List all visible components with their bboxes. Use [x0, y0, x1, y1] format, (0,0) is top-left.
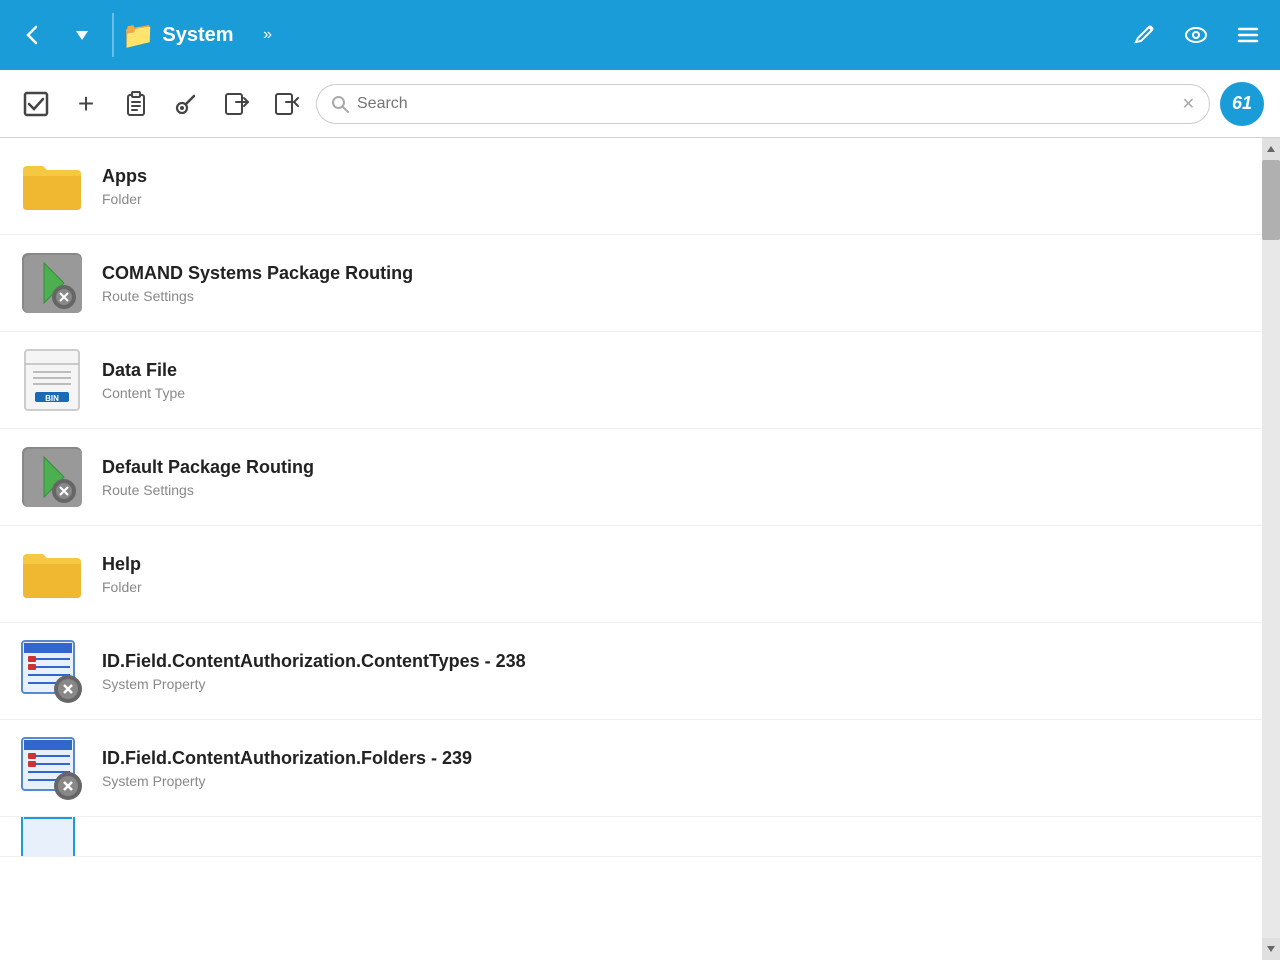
item-icon-folder2: [20, 542, 84, 606]
item-count-badge: 61: [1220, 82, 1264, 126]
search-clear-button[interactable]: ✕: [1182, 94, 1195, 114]
item-name: Help: [102, 554, 1242, 575]
item-text: Apps Folder: [102, 166, 1242, 207]
list-item[interactable]: ID.Field.ContentAuthorization.ContentTyp…: [0, 623, 1262, 720]
list-item[interactable]: ID.Field.ContentAuthorization.Folders - …: [0, 720, 1262, 817]
item-text: Data File Content Type: [102, 360, 1242, 401]
breadcrumb-more-button[interactable]: »: [246, 13, 290, 57]
item-list: Apps Folder COMAND Systems Package Routi…: [0, 138, 1262, 960]
content-area: Apps Folder COMAND Systems Package Routi…: [0, 138, 1280, 960]
item-name: ID.Field.ContentAuthorization.ContentTyp…: [102, 651, 1242, 672]
clipboard-button[interactable]: [116, 84, 156, 124]
list-item[interactable]: COMAND Systems Package Routing Route Set…: [0, 235, 1262, 332]
item-type: Content Type: [102, 385, 1242, 401]
item-name: COMAND Systems Package Routing: [102, 263, 1242, 284]
list-item[interactable]: BIN Data File Content Type: [0, 332, 1262, 429]
tool-button[interactable]: [166, 84, 206, 124]
view-button[interactable]: [1174, 13, 1218, 57]
search-input[interactable]: [357, 95, 1174, 113]
item-text: ID.Field.ContentAuthorization.ContentTyp…: [102, 651, 1242, 692]
item-type: System Property: [102, 676, 1242, 692]
header-title-text: System: [162, 24, 233, 47]
edit-button[interactable]: [1122, 13, 1166, 57]
header-title-area: 📁 System »: [122, 13, 1116, 57]
item-icon-route: [20, 251, 84, 315]
search-icon: [331, 95, 349, 113]
item-name: ID.Field.ContentAuthorization.Folders - …: [102, 748, 1242, 769]
dropdown-button[interactable]: [60, 13, 104, 57]
item-icon-route2: [20, 445, 84, 509]
menu-button[interactable]: [1226, 13, 1270, 57]
item-type: Route Settings: [102, 288, 1242, 304]
item-icon-folder: [20, 154, 84, 218]
header-bar: 📁 System »: [0, 0, 1280, 70]
item-type: System Property: [102, 773, 1242, 789]
toolbar: +: [0, 70, 1280, 138]
import-button[interactable]: [216, 84, 256, 124]
export-button[interactable]: [266, 84, 306, 124]
list-item[interactable]: [0, 817, 1262, 857]
item-icon-sysprop2: [20, 736, 84, 800]
item-icon-bin: BIN: [20, 348, 84, 412]
item-name: Apps: [102, 166, 1242, 187]
item-name: Default Package Routing: [102, 457, 1242, 478]
item-type: Folder: [102, 191, 1242, 207]
scrollbar-down-button[interactable]: [1262, 938, 1280, 960]
item-text: Help Folder: [102, 554, 1242, 595]
svg-text:BIN: BIN: [45, 394, 59, 403]
item-text: COMAND Systems Package Routing Route Set…: [102, 263, 1242, 304]
scrollbar-track: [1262, 138, 1280, 960]
list-item[interactable]: Apps Folder: [0, 138, 1262, 235]
search-wrapper: ✕: [316, 84, 1210, 124]
check-button[interactable]: [16, 84, 56, 124]
item-text: ID.Field.ContentAuthorization.Folders - …: [102, 748, 1242, 789]
header-divider: [112, 13, 114, 57]
list-item[interactable]: Help Folder: [0, 526, 1262, 623]
header-right-actions: [1122, 13, 1270, 57]
item-icon-sysprop3: [20, 817, 84, 857]
back-button[interactable]: [10, 13, 54, 57]
item-name: Data File: [102, 360, 1242, 381]
item-icon-sysprop: [20, 639, 84, 703]
list-item[interactable]: Default Package Routing Route Settings: [0, 429, 1262, 526]
add-button[interactable]: +: [66, 84, 106, 124]
scrollbar-thumb[interactable]: [1262, 160, 1280, 240]
scrollbar-up-button[interactable]: [1262, 138, 1280, 160]
folder-icon-header: 📁: [122, 20, 154, 51]
item-text: Default Package Routing Route Settings: [102, 457, 1242, 498]
item-type: Folder: [102, 579, 1242, 595]
item-type: Route Settings: [102, 482, 1242, 498]
